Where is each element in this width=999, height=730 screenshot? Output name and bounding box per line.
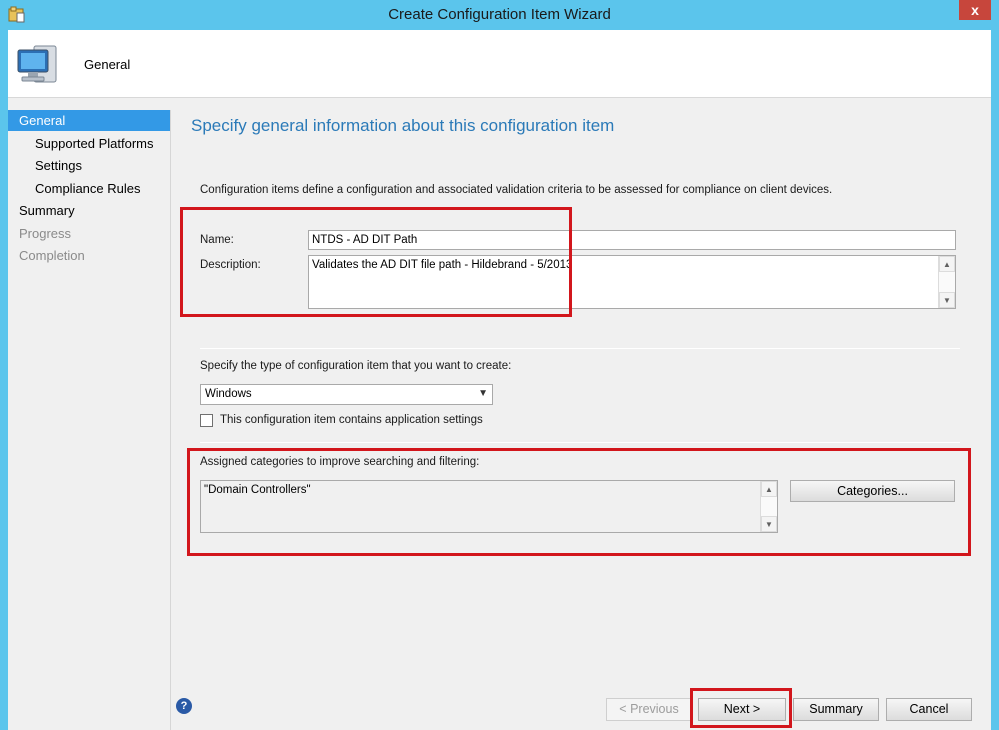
divider bbox=[200, 348, 960, 349]
nav-item-compliance-rules[interactable]: Compliance Rules bbox=[8, 178, 170, 199]
wizard-window: Create Configuration Item Wizard x Gener… bbox=[0, 0, 999, 730]
nav-item-general[interactable]: General bbox=[8, 110, 170, 131]
chevron-down-icon: ▼ bbox=[478, 388, 488, 399]
name-input[interactable]: NTDS - AD DIT Path bbox=[308, 230, 956, 250]
window-title: Create Configuration Item Wizard bbox=[388, 6, 611, 23]
wizard-body: General General Supported Platforms Sett… bbox=[8, 30, 991, 730]
type-select[interactable]: Windows ▼ bbox=[200, 384, 493, 405]
summary-button[interactable]: Summary bbox=[793, 698, 879, 721]
nav-item-supported-platforms[interactable]: Supported Platforms bbox=[8, 133, 170, 154]
scroll-down-icon[interactable]: ▼ bbox=[761, 516, 777, 532]
close-button[interactable]: x bbox=[959, 0, 991, 20]
categories-value: "Domain Controllers" bbox=[204, 484, 311, 496]
nav-item-settings[interactable]: Settings bbox=[8, 155, 170, 176]
scroll-up-icon[interactable]: ▲ bbox=[939, 256, 955, 272]
description-text: Validates the AD DIT file path - Hildebr… bbox=[312, 259, 573, 271]
description-input[interactable]: Validates the AD DIT file path - Hildebr… bbox=[308, 255, 956, 309]
wizard-header: General bbox=[8, 30, 991, 98]
nav-item-summary[interactable]: Summary bbox=[8, 200, 170, 221]
header-title: General bbox=[84, 57, 131, 72]
type-select-value: Windows bbox=[205, 388, 252, 400]
scroll-down-icon[interactable]: ▼ bbox=[939, 292, 955, 308]
intro-text: Configuration items define a configurati… bbox=[200, 184, 833, 196]
nav-item-progress: Progress bbox=[19, 226, 72, 241]
help-icon[interactable]: ? bbox=[176, 698, 192, 714]
app-settings-checkbox[interactable] bbox=[200, 414, 213, 427]
next-button[interactable]: Next > bbox=[698, 698, 786, 721]
description-label: Description: bbox=[200, 259, 261, 271]
categories-list[interactable]: "Domain Controllers" ▲ ▼ bbox=[200, 480, 778, 533]
computer-icon bbox=[17, 45, 57, 83]
categories-scrollbar[interactable]: ▲ ▼ bbox=[760, 481, 777, 532]
categories-label: Assigned categories to improve searching… bbox=[200, 456, 480, 468]
cancel-button[interactable]: Cancel bbox=[886, 698, 972, 721]
type-prompt: Specify the type of configuration item t… bbox=[200, 360, 512, 372]
name-label: Name: bbox=[200, 234, 234, 246]
divider bbox=[200, 442, 960, 443]
title-bar: Create Configuration Item Wizard x bbox=[0, 0, 999, 30]
categories-button[interactable]: Categories... bbox=[790, 480, 955, 502]
wizard-nav: General Supported Platforms Settings Com… bbox=[8, 110, 171, 730]
app-settings-label: This configuration item contains applica… bbox=[220, 414, 483, 426]
description-scrollbar[interactable]: ▲ ▼ bbox=[938, 256, 955, 308]
page-heading: Specify general information about this c… bbox=[191, 116, 615, 135]
previous-button: < Previous bbox=[606, 698, 692, 721]
scroll-up-icon[interactable]: ▲ bbox=[761, 481, 777, 497]
wizard-content: Specify general information about this c… bbox=[172, 98, 991, 688]
nav-item-completion: Completion bbox=[19, 248, 85, 263]
